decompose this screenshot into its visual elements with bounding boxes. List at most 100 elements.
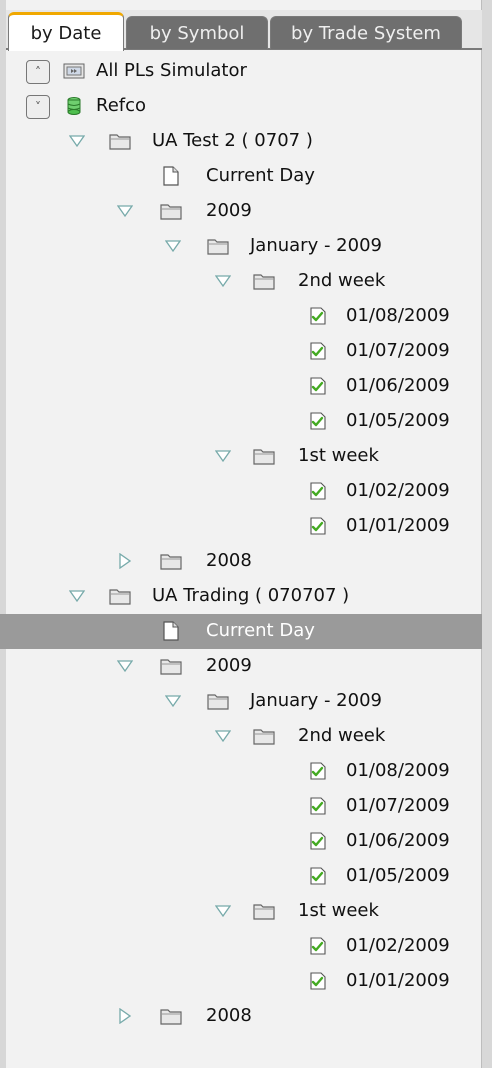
tree-item[interactable]: 01/07/2009 [0,789,482,824]
tree-item-label: 01/06/2009 [346,830,450,851]
tree-item-label: 01/02/2009 [346,935,450,956]
expanded-triangle-icon[interactable] [116,202,134,220]
tree-item[interactable]: 01/05/2009 [0,859,482,894]
tree-item-label: 2009 [206,200,252,221]
tree-item[interactable]: 01/06/2009 [0,824,482,859]
check-document-icon [306,479,330,503]
tree-item[interactable]: 01/05/2009 [0,404,482,439]
folder-icon [159,654,183,678]
tab-by-symbol[interactable]: by Symbol [126,16,268,49]
tree-item[interactable]: 01/01/2009 [0,509,482,544]
tree-item-label: 2009 [206,655,252,676]
expanded-triangle-icon[interactable] [214,272,232,290]
tree-item[interactable]: Current Day [0,614,482,649]
tree-item[interactable]: 1st week [0,894,482,929]
folder-icon [252,724,276,748]
page-icon [159,164,183,188]
expanded-triangle-icon[interactable] [214,447,232,465]
tree-item[interactable]: ˅ Refco [0,89,482,124]
tree-item-label: Refco [96,95,147,116]
tree-item[interactable]: UA Test 2 ( 0707 ) [0,124,482,159]
check-document-icon [306,514,330,538]
tree-panel: by Date by Symbol by Trade System ˄ All P… [0,0,492,1068]
tree-item-label: January - 2009 [250,690,382,711]
tree-item-label: January - 2009 [250,235,382,256]
collapsed-triangle-icon[interactable] [116,552,134,570]
tree-item[interactable]: 2nd week [0,264,482,299]
tree-item[interactable]: UA Trading ( 070707 ) [0,579,482,614]
folder-icon [108,584,132,608]
tree-item-label: 01/06/2009 [346,375,450,396]
expanded-triangle-icon[interactable] [164,237,182,255]
folder-icon [159,1004,183,1028]
tree-item[interactable]: January - 2009 [0,684,482,719]
check-document-icon [306,864,330,888]
tree-item-label: Current Day [206,620,315,641]
check-document-icon [306,794,330,818]
tree-item[interactable]: 2nd week [0,719,482,754]
database-icon [62,94,86,118]
check-document-icon [306,829,330,853]
tree-item-label: UA Trading ( 070707 ) [152,585,350,606]
tree-item-label: 01/05/2009 [346,865,450,886]
tree-item[interactable]: January - 2009 [0,229,482,264]
tree-item-label: 2008 [206,1005,252,1026]
check-document-icon [306,339,330,363]
tree-item[interactable]: 01/08/2009 [0,754,482,789]
folder-icon [252,269,276,293]
expanded-triangle-icon[interactable] [116,657,134,675]
tree-item[interactable]: 1st week [0,439,482,474]
page-icon [159,619,183,643]
tree-item-label: 01/02/2009 [346,480,450,501]
tree-item-label: 2008 [206,550,252,571]
tab-by-symbol-label: by Symbol [149,22,245,44]
expanded-triangle-icon[interactable] [164,692,182,710]
check-document-icon [306,409,330,433]
tree-item[interactable]: 2009 [0,649,482,684]
tree-item[interactable]: ˄ All PLs Simulator [0,54,482,89]
folder-icon [206,234,230,258]
tree-item-label: 01/07/2009 [346,795,450,816]
check-document-icon [306,934,330,958]
collapse-all-icon[interactable]: ˄ [26,60,50,84]
expanded-triangle-icon[interactable] [214,727,232,745]
tree-item-label: Current Day [206,165,315,186]
folder-icon [108,129,132,153]
tree-item[interactable]: 01/08/2009 [0,299,482,334]
tree-item-label: 01/01/2009 [346,515,450,536]
folder-icon [159,199,183,223]
panel-right-border [481,0,492,1068]
tree-item-label: 2nd week [298,270,386,291]
collapsed-triangle-icon[interactable] [116,1007,134,1025]
tree-item[interactable]: 01/06/2009 [0,369,482,404]
tab-by-date-label: by Date [30,22,102,44]
tree-item[interactable]: 01/07/2009 [0,334,482,369]
tree-item[interactable]: 2008 [0,999,482,1034]
folder-icon [252,899,276,923]
tree-item[interactable]: 2009 [0,194,482,229]
tab-by-trade-system[interactable]: by Trade System [270,16,462,49]
tree-item-label: 01/07/2009 [346,340,450,361]
tree-item-label: 1st week [298,445,379,466]
check-document-icon [306,759,330,783]
expanded-triangle-icon[interactable] [68,587,86,605]
expand-all-icon[interactable]: ˅ [26,95,50,119]
check-document-icon [306,374,330,398]
tab-by-trade-system-label: by Trade System [291,22,441,44]
expanded-triangle-icon[interactable] [214,902,232,920]
tab-by-date[interactable]: by Date [8,12,124,51]
expanded-triangle-icon[interactable] [68,132,86,150]
tree-view: ˄ All PLs Simulator ˅ Refco UA Test 2 ( 0707… [0,52,482,1068]
tree-item[interactable]: 2008 [0,544,482,579]
folder-icon [206,689,230,713]
tree-item[interactable]: 01/01/2009 [0,964,482,999]
tree-item-label: 01/08/2009 [346,305,450,326]
check-document-icon [306,969,330,993]
tree-item[interactable]: 01/02/2009 [0,929,482,964]
tree-item-label: 2nd week [298,725,386,746]
tree-item-label: 01/08/2009 [346,760,450,781]
tree-item-label: UA Test 2 ( 0707 ) [152,130,313,151]
simulator-icon [62,59,86,83]
tree-item[interactable]: 01/02/2009 [0,474,482,509]
tree-item[interactable]: Current Day [0,159,482,194]
